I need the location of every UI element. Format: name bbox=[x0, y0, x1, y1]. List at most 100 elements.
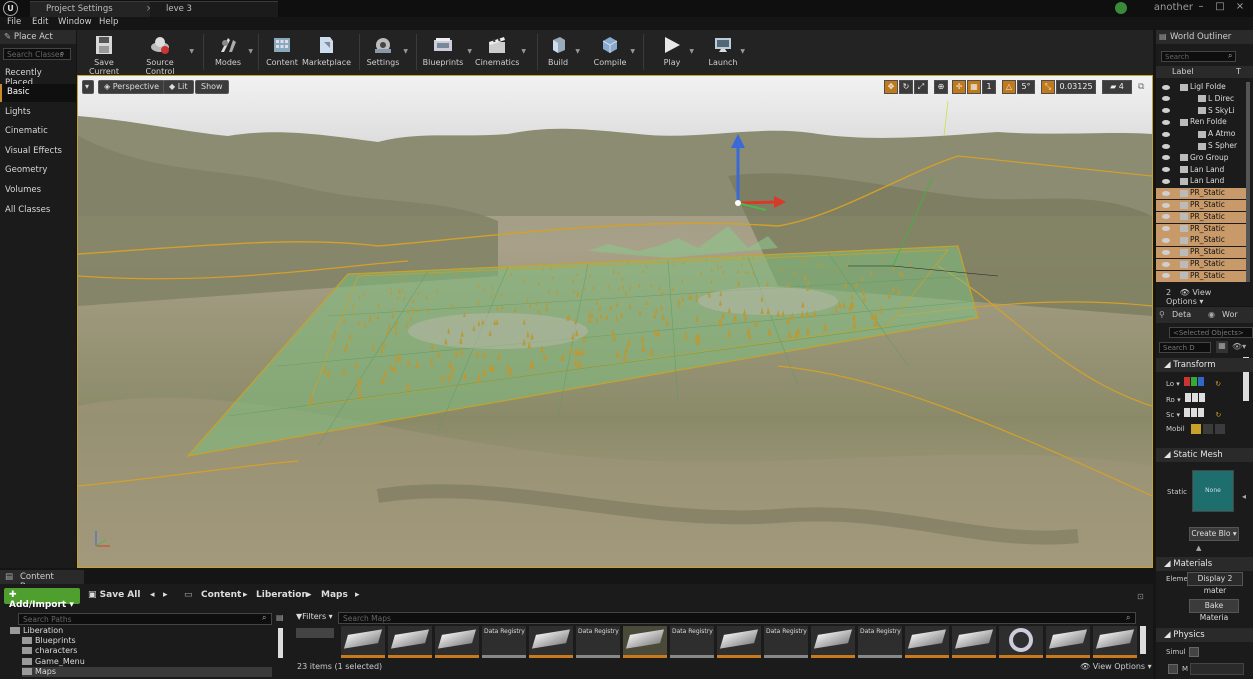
map-asset[interactable] bbox=[952, 626, 996, 658]
grid-snap-icon[interactable]: ▦ bbox=[967, 80, 981, 94]
translate-tool-icon[interactable]: ✥ bbox=[884, 80, 898, 94]
rotation-snap-value[interactable]: 5° bbox=[1017, 80, 1035, 94]
settings-button[interactable]: Settings ▼ bbox=[365, 32, 408, 73]
scale-z-field[interactable] bbox=[1198, 408, 1205, 417]
place-cat-basic[interactable]: Basic bbox=[0, 84, 76, 102]
location-x-field[interactable] bbox=[1184, 377, 1191, 386]
folder-tree-item[interactable]: characters bbox=[22, 646, 77, 656]
compile-button[interactable]: Compile ▼ bbox=[592, 32, 635, 73]
assets-scrollbar[interactable] bbox=[1140, 626, 1146, 654]
tree-scrollbar[interactable] bbox=[278, 628, 283, 658]
place-cat-recently-placed[interactable]: Recently Placed bbox=[0, 65, 76, 88]
marketplace-button[interactable]: Marketplace bbox=[302, 32, 351, 73]
outliner-row[interactable]: A Atmo bbox=[1156, 129, 1246, 140]
outliner-row[interactable]: L Direc bbox=[1156, 94, 1246, 105]
rotation-snap-icon[interactable]: △ bbox=[1002, 80, 1016, 94]
save-all-button[interactable]: ▣ Save All bbox=[88, 590, 140, 600]
filters-button[interactable]: ▼Filters ▾ bbox=[296, 612, 333, 621]
outliner-row[interactable]: LigI Folde bbox=[1156, 82, 1246, 93]
menu-file[interactable]: File bbox=[7, 17, 21, 27]
location-y-field[interactable] bbox=[1191, 377, 1198, 386]
outliner-row[interactable]: S SkyLi bbox=[1156, 106, 1246, 117]
folder-tree-item[interactable]: Game_Menu bbox=[22, 657, 85, 667]
source-control-button[interactable]: Source Control ▼ bbox=[133, 32, 194, 76]
bake-materials-button[interactable]: Bake Materia bbox=[1189, 599, 1239, 622]
visibility-eye-icon[interactable] bbox=[1162, 84, 1170, 90]
place-cat-all-classes[interactable]: All Classes bbox=[0, 202, 76, 220]
lit-button[interactable]: ◆ Lit bbox=[163, 80, 194, 94]
maximize-viewport-icon[interactable]: ⧉ bbox=[1138, 82, 1144, 92]
place-cat-volumes[interactable]: Volumes bbox=[0, 182, 76, 200]
outliner-row[interactable]: PR_Static bbox=[1156, 259, 1246, 270]
mass-field[interactable] bbox=[1190, 663, 1244, 675]
outliner-row[interactable]: PR_Static bbox=[1156, 188, 1246, 200]
menu-help[interactable]: Help bbox=[99, 17, 118, 27]
breadcrumb-separator[interactable]: ▸ bbox=[243, 590, 248, 600]
search-maps-input[interactable]: Search Maps bbox=[338, 612, 1136, 624]
launch-button[interactable]: Launch ▼ bbox=[708, 32, 745, 73]
history-forward-icon[interactable]: ▸ bbox=[163, 590, 168, 600]
property-matrix-icon[interactable]: ▦ bbox=[1216, 341, 1228, 353]
outliner-row[interactable]: PR_Static bbox=[1156, 247, 1246, 259]
visibility-eye-icon[interactable] bbox=[1162, 249, 1170, 255]
perspective-button[interactable]: ◈ Perspective bbox=[98, 80, 166, 94]
visibility-eye-icon[interactable] bbox=[1162, 131, 1170, 137]
static-mesh-section[interactable]: ◢ Static Mesh bbox=[1156, 448, 1253, 462]
visibility-eye-icon[interactable] bbox=[1162, 155, 1170, 161]
camera-speed-button[interactable]: ▰ 4 bbox=[1102, 80, 1132, 94]
world-space-icon[interactable]: ⊕ bbox=[934, 80, 948, 94]
visibility-eye-icon[interactable] bbox=[1162, 119, 1170, 125]
breadcrumb-content[interactable]: Content bbox=[201, 590, 241, 600]
place-cat-visual-effects[interactable]: Visual Effects bbox=[0, 143, 76, 161]
map-asset[interactable] bbox=[1046, 626, 1090, 658]
scale-tool-icon[interactable]: ⤢ bbox=[914, 80, 928, 94]
materials-section[interactable]: ◢ Materials bbox=[1156, 557, 1253, 571]
data-registry-asset[interactable]: Data Registry bbox=[482, 626, 526, 658]
place-cat-cinematic[interactable]: Cinematic bbox=[0, 123, 76, 141]
folder-tree-item[interactable]: Maps bbox=[22, 666, 272, 677]
physics-section[interactable]: ◢ Physics bbox=[1156, 628, 1253, 642]
place-cat-lights[interactable]: Lights bbox=[0, 104, 76, 122]
outliner-row[interactable]: PR_Static bbox=[1156, 211, 1246, 223]
breadcrumb-liberation[interactable]: Liberation bbox=[256, 590, 308, 600]
simulate-physics-checkbox[interactable] bbox=[1189, 647, 1199, 657]
mobility-movable-toggle[interactable] bbox=[1215, 424, 1226, 434]
visibility-eye-icon[interactable] bbox=[1162, 108, 1170, 114]
data-registry-asset[interactable]: Data Registry bbox=[670, 626, 714, 658]
column-type[interactable]: T bbox=[1236, 67, 1241, 76]
create-blueprint-button[interactable]: Create Blo ▾ bbox=[1189, 527, 1239, 541]
place-cat-geometry[interactable]: Geometry bbox=[0, 162, 76, 180]
visibility-eye-icon[interactable] bbox=[1162, 167, 1170, 173]
rotation-x-field[interactable] bbox=[1184, 393, 1191, 402]
visibility-eye-icon[interactable] bbox=[1162, 261, 1170, 267]
save-current-button[interactable]: Save Current bbox=[79, 32, 129, 76]
outliner-row[interactable]: PR_Static bbox=[1156, 200, 1246, 211]
outliner-row[interactable]: Ren Folde bbox=[1156, 117, 1246, 128]
scale-snap-icon[interactable]: ⤡ bbox=[1041, 80, 1055, 94]
map-asset[interactable] bbox=[811, 626, 855, 658]
location-z-field[interactable] bbox=[1198, 377, 1205, 386]
modes-button[interactable]: Modes ▼ bbox=[210, 32, 253, 73]
maximize-icon[interactable]: □ bbox=[1212, 1, 1228, 15]
view-options-button[interactable]: 👁 View Options ▾ bbox=[1080, 662, 1152, 671]
outliner-row[interactable]: Lan Land bbox=[1156, 165, 1246, 176]
data-registry-asset[interactable]: Data Registry bbox=[576, 626, 620, 658]
view-options-button[interactable]: 👁 View Options ▾ bbox=[1166, 288, 1211, 306]
grid-snap-value[interactable]: 1 bbox=[982, 80, 996, 94]
outliner-row[interactable]: PR_Static bbox=[1156, 235, 1246, 247]
visibility-eye-icon[interactable] bbox=[1162, 237, 1170, 243]
reset-icon[interactable]: ↻ bbox=[1216, 411, 1222, 419]
world-outliner-tab[interactable]: World Outliner bbox=[1156, 30, 1253, 44]
lock-icon[interactable]: ⊡ bbox=[1137, 592, 1144, 601]
tab-world-settings[interactable]: Wor bbox=[1222, 310, 1238, 319]
rotation-z-field[interactable] bbox=[1198, 393, 1205, 402]
tab-details[interactable]: Deta bbox=[1172, 310, 1191, 319]
minimize-icon[interactable]: – bbox=[1193, 1, 1209, 15]
map-asset[interactable] bbox=[388, 626, 432, 658]
visibility-eye-icon[interactable] bbox=[1162, 273, 1170, 279]
build-button[interactable]: Build ▼ bbox=[543, 32, 580, 73]
scale-x-field[interactable] bbox=[1184, 408, 1191, 417]
rotate-tool-icon[interactable]: ↻ bbox=[899, 80, 913, 94]
search-paths-input[interactable]: Search Paths bbox=[18, 613, 272, 625]
folder-tree-item[interactable]: Liberation bbox=[10, 626, 63, 636]
